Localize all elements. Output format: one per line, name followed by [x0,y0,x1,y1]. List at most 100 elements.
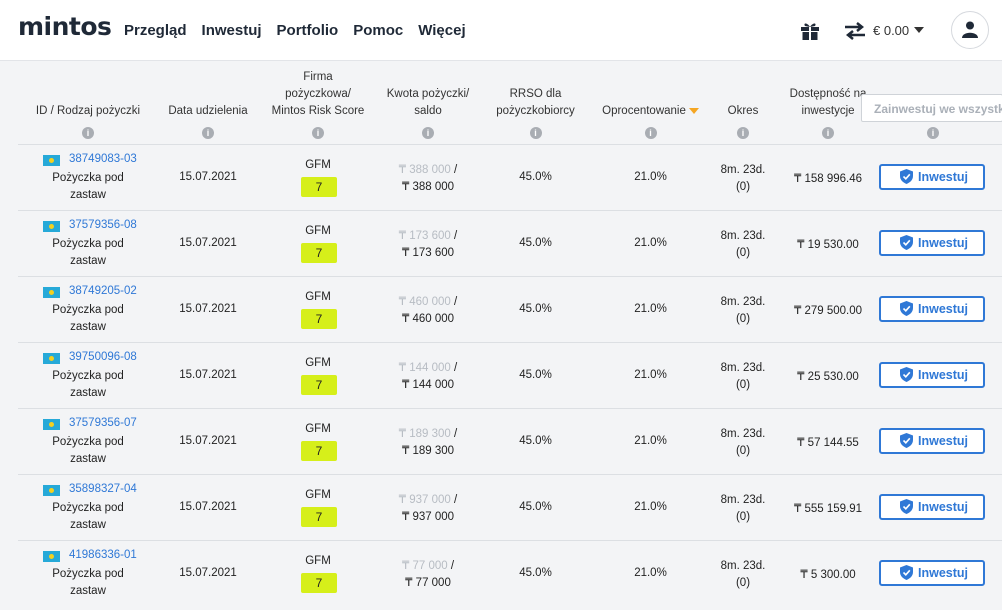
mintos-logo[interactable]: mintos [18,12,112,41]
invest-button-label[interactable]: Inwestuj [918,430,968,452]
loan-amount-balance: ₸ 388 000 [401,181,455,193]
loan-amount-separator: / [450,362,458,374]
issue-date: 15.07.2021 [179,237,237,249]
loan-type-line: zastaw [70,387,106,399]
loan-term-sub: (0) [735,577,751,589]
loan-id-link[interactable]: 37579356-08 [69,219,137,231]
kazakhstan-flag-icon [43,353,60,364]
loan-term-main: 8m. 23d. [720,494,766,506]
invest-button-label[interactable]: Inwestuj [918,496,968,518]
user-avatar-button[interactable] [951,11,989,49]
issue-date: 15.07.2021 [179,501,237,513]
col-header-amount-line: saldo [414,105,442,117]
loan-amount-original: ₸ 189 300 [398,428,451,440]
col-header-firm-line: Mintos Risk Score [271,105,365,117]
info-icon[interactable]: i [927,127,939,139]
gift-icon[interactable] [800,21,820,41]
loan-type-line: zastaw [70,321,106,333]
col-header-rate[interactable]: Oprocentowanie i [593,60,708,144]
col-header-rrso-label: RRSO dla pożyczkobiorcy [488,86,583,120]
invest-button[interactable]: Inwestuj [879,230,985,256]
info-icon[interactable]: i [202,127,214,139]
nav-przeglad[interactable]: Przegląd [124,22,187,39]
invest-button-label[interactable]: Inwestuj [918,166,968,188]
loan-term: 8m. 23d. (0) [708,492,778,526]
loan-amount-original-line: ₸ 937 000 / [378,492,478,509]
shield-check-icon [900,565,913,580]
kazakhstan-flag-icon [43,287,60,298]
transfer-arrows-icon[interactable] [844,22,866,40]
table-row: 41986336-01 Pożyczka pod zastaw 15.07.20… [18,540,1002,607]
loan-amount-original: ₸ 460 000 [398,296,451,308]
invest-button[interactable]: Inwestuj [879,428,985,454]
loan-id-link[interactable]: 35898327-04 [69,483,137,495]
loan-amount: ₸ 189 300 / ₸ 189 300 [378,426,478,460]
col-header-firm-line: pożyczkowa/ [285,88,351,100]
rrso-value: 45.0% [519,303,552,315]
col-header-id: ID / Rodzaj pożyczki i [28,60,148,144]
info-icon[interactable]: i [737,127,749,139]
interest-rate: 21.0% [634,303,667,315]
col-header-rate-label[interactable]: Oprocentowanie [593,103,708,120]
invest-button-label[interactable]: Inwestuj [918,364,968,386]
info-icon[interactable]: i [644,127,657,139]
invest-button-label[interactable]: Inwestuj [918,562,968,584]
loan-amount-separator: / [447,560,455,572]
loan-term-sub: (0) [735,313,751,325]
loan-term-main: 8m. 23d. [720,362,766,374]
shield-check-icon [900,301,913,316]
loan-id-link[interactable]: 41986336-01 [69,549,137,561]
nav-inwestuj[interactable]: Inwestuj [202,22,262,39]
account-balance[interactable]: € 0.00 [873,23,909,38]
issue-date: 15.07.2021 [179,435,237,447]
nav-pomoc[interactable]: Pomoc [353,22,403,39]
chevron-down-icon[interactable] [914,27,924,33]
loan-amount-original: ₸ 173 600 [398,230,451,242]
loan-amount: ₸ 144 000 / ₸ 144 000 [378,360,478,394]
sort-descending-icon[interactable] [688,107,699,114]
invest-button[interactable]: Inwestuj [879,164,985,190]
info-icon[interactable]: i [82,127,94,139]
info-icon[interactable]: i [312,127,324,139]
loan-type: Pożyczka pod zastaw [38,434,138,468]
loan-amount-separator: / [450,494,458,506]
invest-button[interactable]: Inwestuj [879,296,985,322]
loan-term: 8m. 23d. (0) [708,162,778,196]
invest-button-label[interactable]: Inwestuj [918,298,968,320]
table-row: 39750096-08 Pożyczka pod zastaw 15.07.20… [18,342,1002,409]
loan-id-link[interactable]: 37579356-07 [69,417,137,429]
loan-amount-balance: ₸ 460 000 [401,313,455,325]
invest-button[interactable]: Inwestuj [879,362,985,388]
loan-amount: ₸ 937 000 / ₸ 937 000 [378,492,478,526]
table-row: 37579356-07 Pożyczka pod zastaw 15.07.20… [18,408,1002,475]
loan-term: 8m. 23d. (0) [708,558,778,592]
main-nav: Przegląd Inwestuj Portfolio Pomoc Więcej [124,22,481,39]
interest-rate: 21.0% [634,567,667,579]
col-header-id-label: ID / Rodzaj pożyczki [35,105,141,117]
invest-button[interactable]: Inwestuj [879,560,985,586]
loan-amount-original: ₸ 77 000 [401,560,448,572]
rrso-value: 45.0% [519,435,552,447]
lending-company: GFM [305,225,331,237]
invest-button[interactable]: Inwestuj [879,494,985,520]
interest-rate: 21.0% [634,171,667,183]
lending-company: GFM [305,423,331,435]
col-header-rate-text[interactable]: Oprocentowanie [602,105,686,117]
col-header-term-label: Okres [727,105,759,117]
loan-amount: ₸ 388 000 / ₸ 388 000 [378,162,478,196]
shield-check-icon [900,169,913,184]
loan-type-line: Pożyczka pod [52,502,124,514]
info-icon[interactable]: i [529,127,542,139]
loan-id-link[interactable]: 38749083-03 [69,153,137,165]
info-icon[interactable]: i [822,127,834,139]
risk-score-badge: 7 [301,177,337,197]
nav-portfolio[interactable]: Portfolio [277,22,339,39]
col-header-firm-label: Firma pożyczkowa/ Mintos Risk Score [263,69,373,120]
risk-score-badge: 7 [301,573,337,593]
info-icon[interactable]: i [422,127,434,139]
loan-id-link[interactable]: 39750096-08 [69,351,137,363]
nav-wiecej[interactable]: Więcej [418,22,465,39]
loan-id-link[interactable]: 38749205-02 [69,285,137,297]
issue-date: 15.07.2021 [179,171,237,183]
invest-button-label[interactable]: Inwestuj [918,232,968,254]
